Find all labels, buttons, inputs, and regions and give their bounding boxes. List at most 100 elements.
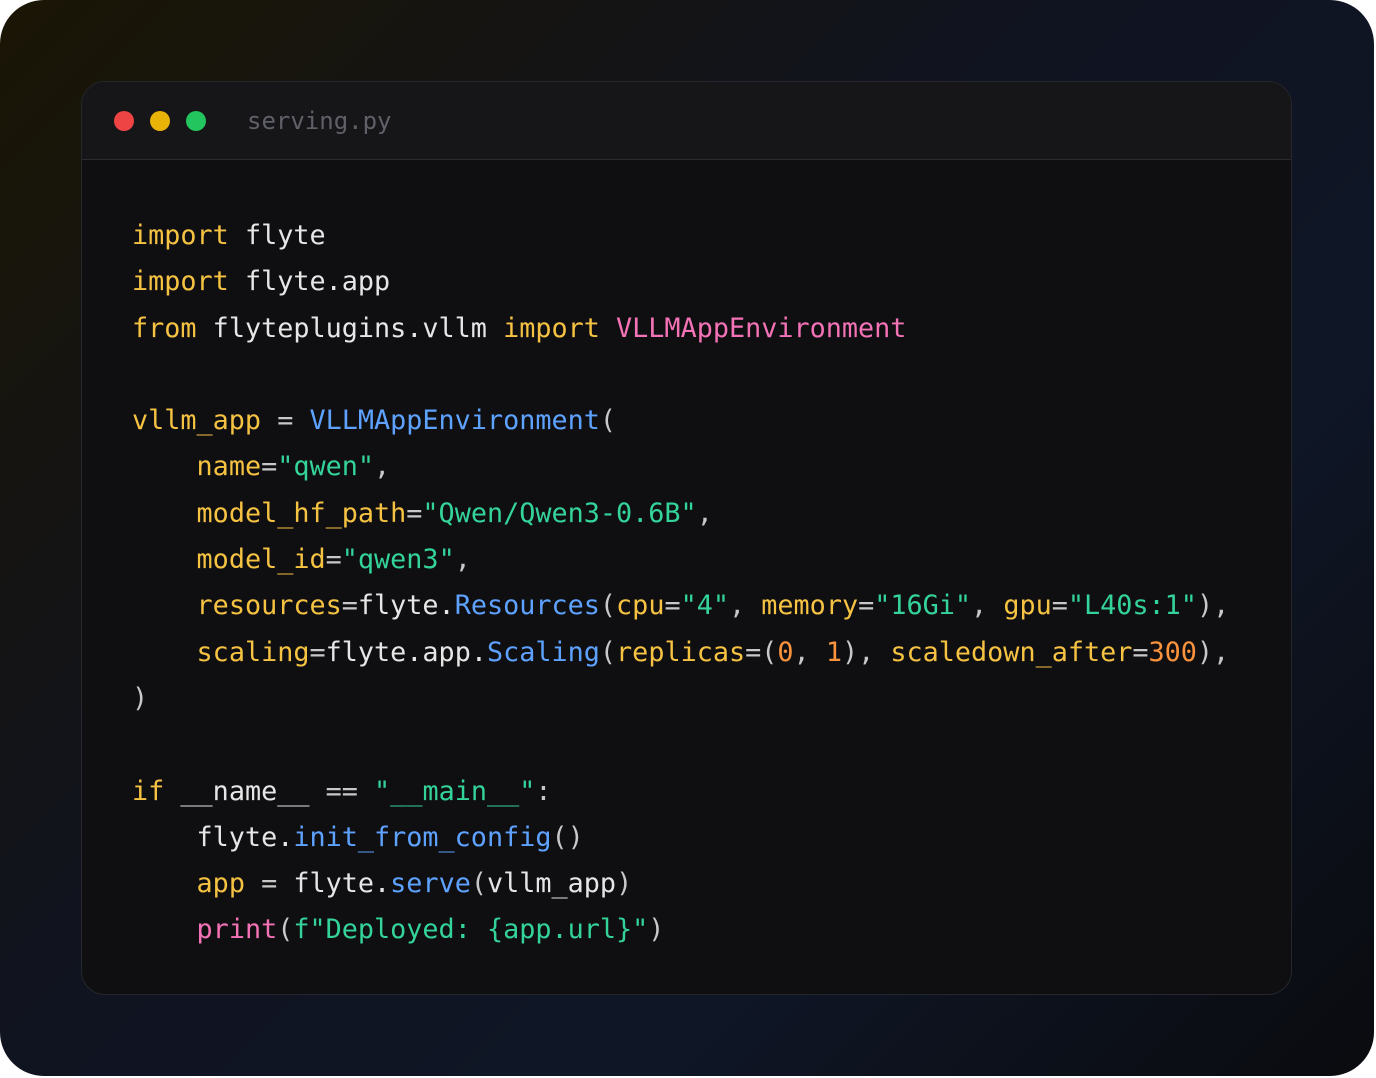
code-token-op: = [244,868,294,900]
code-token-str: "__main__" [374,775,536,807]
code-token-punc: ( [277,914,294,946]
code-token-op: = [261,451,278,483]
background-canvas: serving.py import flyte import flyte.app f… [0,0,1374,1076]
code-line: name="qwen", [132,444,1229,490]
code-token-id: flyte. [293,868,391,900]
code-token-var: name [196,451,262,483]
code-token-op: = [309,636,326,668]
code-token-call: serve [390,868,471,900]
code-line: import flyte [132,213,1229,259]
code-token-id [132,590,197,621]
code-token-var: cpu [616,590,665,622]
code-token-op: = [664,590,681,622]
code-token-punc: , [454,544,471,576]
code-token-call: VLLMAppEnvironment [309,405,600,437]
code-token-op: = [745,636,762,668]
code-token-id [132,544,197,575]
code-token-var: scaledown_after [890,636,1133,668]
code-token-var: vllm_app [132,405,262,437]
code-token-punc: ), [1196,636,1230,668]
code-token-op: = [341,590,358,622]
code-token-kw: import [132,266,229,298]
code-token-punc: , [729,590,762,622]
code-token-punc: ) [132,682,149,714]
code-token-id: flyte.app. [325,636,487,668]
code-token-call: Scaling [486,636,600,668]
code-token-punc: () [551,821,584,853]
code-token-punc: : [535,775,552,807]
code-line: scaling=flyte.app.Scaling(replicas=(0, 1… [132,630,1230,676]
code-token-id: flyte [228,220,326,251]
code-token-str: "qwen3" [341,544,455,576]
code-token-punc: , [793,636,826,668]
code-token-punc: ( [470,868,487,900]
code-token-num: 0 [777,636,794,668]
file-name-tab: serving.py [247,107,392,135]
code-token-call: Resources [454,590,600,622]
code-token-var: model_id [196,544,326,576]
code-token-num: 300 [1148,636,1197,668]
code-token-punc: , [374,451,391,483]
code-token-id [132,868,197,899]
code-token-kw: if [132,775,165,807]
code-token-var: replicas [616,636,746,668]
code-token-punc: , [696,497,713,529]
close-window-button[interactable] [114,111,134,131]
code-token-var: memory [761,590,859,622]
code-token-str: "L40s:1" [1067,590,1197,622]
code-token-id [358,776,374,807]
code-token-id: flyteplugins.vllm [196,312,504,344]
code-token-op: = [261,405,310,437]
code-token-punc: ( [599,636,617,668]
code-token-str: "Qwen/Qwen3-0.6B" [422,497,697,529]
code-token-kw: import [132,220,229,251]
minimize-window-button[interactable] [150,111,170,131]
code-token-punc: ), [841,636,891,668]
code-token-op: = [325,544,342,576]
code-token-num: 1 [825,636,842,668]
code-window: serving.py import flyte import flyte.app f… [81,81,1292,995]
code-line: import flyte.app [132,259,1229,305]
code-token-str: f"Deployed: {app.url}" [293,914,649,946]
code-token-punc: ), [1196,590,1230,622]
code-line: from flyteplugins.vllm import VLLMAppEnv… [132,306,1229,352]
code-token-var: gpu [1003,590,1052,622]
code-token-id [132,451,197,482]
code-token-str: "4" [680,590,729,622]
code-line: model_hf_path="Qwen/Qwen3-0.6B", [132,491,1229,537]
code-token-var: model_hf_path [196,497,407,529]
code-line: print(f"Deployed: {app.url}") [132,907,1229,953]
code-token-kw: import [503,312,600,344]
code-token-id: __name__ [164,775,326,807]
code-token-op: = [406,497,423,529]
code-token-cls: VLLMAppEnvironment [616,312,907,344]
code-token-str: "16Gi" [874,590,972,622]
code-token-op: == [325,775,358,807]
code-line: model_id="qwen3", [132,537,1229,583]
code-editor[interactable]: import flyte import flyte.app from flytepl… [132,213,1229,954]
code-token-punc: ( [599,590,617,622]
code-line: if __name__ == "__main__": [132,769,1229,815]
code-token-op: = [1051,590,1068,622]
code-token-var: scaling [196,636,310,668]
code-token-punc: ( [599,405,617,437]
code-token-id: flyte. [357,590,455,622]
code-token-punc: ) [648,914,665,946]
code-token-builtin: print [196,914,278,946]
code-token-punc: ) [616,868,633,900]
code-line: ) [132,676,1229,722]
code-token-kw: from [132,312,197,344]
code-token-id [132,637,197,668]
code-line: resources=flyte.Resources(cpu="4", memor… [132,583,1230,629]
code-token-id [600,313,616,344]
code-line: flyte.init_from_config() [132,815,1229,861]
code-token-var: resources [196,590,342,622]
code-token-var: app [196,868,245,900]
code-token-call: init_from_config [293,821,552,853]
maximize-window-button[interactable] [186,111,206,131]
window-titlebar: serving.py [82,82,1291,160]
code-token-str: "qwen" [277,451,375,483]
code-token-id: flyte. [132,821,294,853]
